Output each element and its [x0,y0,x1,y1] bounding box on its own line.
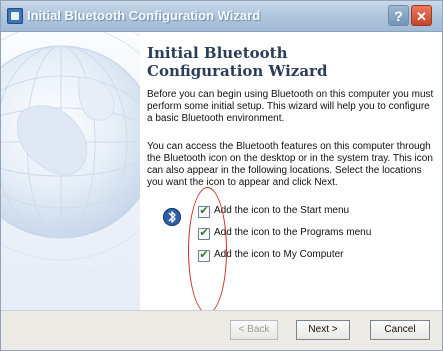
help-button[interactable]: ? [388,5,409,26]
my-computer-option[interactable]: ✔ Add the icon to My Computer [198,248,428,264]
start-menu-label: Add the icon to the Start menu [214,205,350,216]
checkmark-icon: ✔ [199,227,209,239]
wizard-content: Initial Bluetooth Configuration Wizard B… [147,32,437,310]
bluetooth-icon [163,208,181,226]
checkmark-icon: ✔ [199,249,209,261]
programs-menu-label: Add the icon to the Programs menu [214,227,372,238]
my-computer-label: Add the icon to My Computer [214,249,344,260]
next-button[interactable]: Next > [296,320,350,340]
start-menu-option[interactable]: ✔ Add the icon to the Start menu [198,204,428,220]
checkmark-icon: ✔ [199,205,209,217]
cancel-button[interactable]: Cancel [370,320,430,340]
close-icon: ✕ [416,9,427,24]
intro-paragraph: Before you can begin using Bluetooth on … [147,89,434,124]
globe-sidebar [1,32,140,310]
page-title: Initial Bluetooth Configuration Wizard [147,44,328,80]
window-title: Initial Bluetooth Configuration Wizard [27,8,261,23]
button-bar: < Back Next > Cancel [1,310,442,350]
globe-illustration [1,32,140,275]
wizard-icon [7,8,23,24]
title-bar[interactable]: Initial Bluetooth Configuration Wizard ?… [1,1,442,32]
programs-menu-checkbox[interactable]: ✔ [198,228,210,240]
wizard-window: Initial Bluetooth Configuration Wizard ?… [0,0,443,351]
help-icon: ? [394,8,403,24]
back-button[interactable]: < Back [230,320,278,340]
close-button[interactable]: ✕ [411,5,432,26]
my-computer-checkbox[interactable]: ✔ [198,250,210,262]
start-menu-checkbox[interactable]: ✔ [198,206,210,218]
instructions-paragraph: You can access the Bluetooth features on… [147,141,433,188]
programs-menu-option[interactable]: ✔ Add the icon to the Programs menu [198,226,428,242]
